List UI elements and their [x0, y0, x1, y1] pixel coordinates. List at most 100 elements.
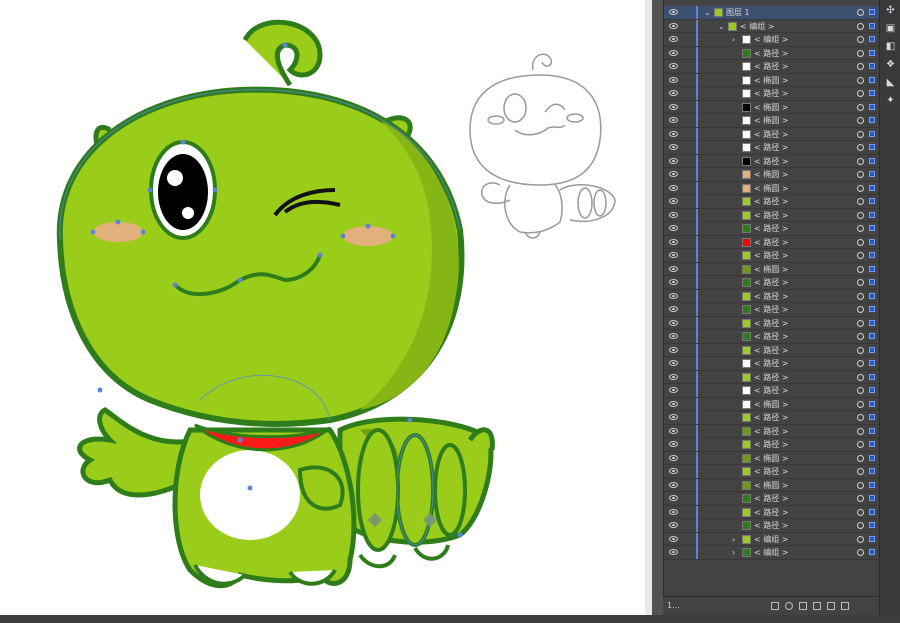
sketch-reference[interactable] — [469, 53, 616, 239]
visibility-eye-icon[interactable] — [669, 211, 678, 218]
visibility-eye-icon[interactable] — [669, 184, 678, 191]
layer-name[interactable]: < 路径 > — [754, 249, 789, 262]
sublayer-row[interactable]: < 路径 > — [664, 330, 880, 344]
sublayer-row[interactable]: < 路径 > — [664, 249, 880, 263]
visibility-eye-icon[interactable] — [669, 22, 678, 29]
visibility-eye-icon[interactable] — [669, 508, 678, 515]
target-circle-icon[interactable] — [857, 49, 864, 57]
chevron-down-icon[interactable]: ⌄ — [704, 6, 711, 19]
layer-name[interactable]: < 路径 > — [754, 303, 789, 316]
sublayer-row[interactable]: < 路径 > — [664, 505, 880, 519]
sublayer-row[interactable]: < 路径 > — [664, 357, 880, 371]
brush-icon[interactable]: ◣ — [884, 76, 897, 89]
target-circle-icon[interactable] — [857, 400, 864, 408]
layer-name[interactable]: < 编组 > — [740, 20, 775, 33]
selection-indicator-icon[interactable] — [869, 522, 875, 528]
target-circle-icon[interactable] — [857, 103, 864, 111]
visibility-eye-icon[interactable] — [669, 144, 678, 150]
visibility-eye-icon[interactable] — [669, 333, 678, 339]
layer-name[interactable]: < 椭圆 > — [754, 74, 789, 87]
sublayer-row[interactable]: < 椭圆 > — [664, 262, 880, 276]
layer-name[interactable]: < 路径 > — [754, 141, 789, 154]
visibility-eye-icon[interactable] — [669, 157, 678, 164]
layer-name[interactable]: < 路径 > — [754, 87, 789, 100]
selection-indicator-icon[interactable] — [869, 76, 875, 83]
target-circle-icon[interactable] — [857, 346, 864, 354]
selection-indicator-icon[interactable] — [869, 387, 875, 393]
selection-indicator-icon[interactable] — [869, 63, 875, 69]
visibility-eye-icon[interactable] — [669, 279, 678, 285]
selection-indicator-icon[interactable] — [869, 319, 875, 326]
sublayer-row[interactable]: < 椭圆 > — [664, 451, 880, 465]
new-layer-icon[interactable] — [827, 602, 835, 610]
layer-name[interactable]: < 路径 > — [754, 222, 789, 235]
visibility-eye-icon[interactable] — [669, 400, 678, 407]
target-circle-icon[interactable] — [857, 279, 864, 286]
target-circle-icon[interactable] — [857, 387, 864, 394]
sublayer-row[interactable]: < 路径 > — [664, 411, 880, 425]
sublayer-row[interactable]: < 路径 > — [664, 154, 880, 168]
layer-name[interactable]: < 椭圆 > — [754, 182, 789, 195]
visibility-eye-icon[interactable] — [669, 468, 678, 474]
visibility-eye-icon[interactable] — [669, 522, 678, 528]
selection-indicator-icon[interactable] — [869, 373, 875, 380]
target-circle-icon[interactable] — [857, 9, 864, 16]
visibility-eye-icon[interactable] — [669, 346, 678, 353]
visibility-eye-icon[interactable] — [669, 49, 678, 56]
target-circle-icon[interactable] — [857, 481, 864, 489]
layer-name[interactable]: < 路径 > — [754, 60, 789, 73]
selection-indicator-icon[interactable] — [869, 9, 875, 15]
sublayer-row[interactable]: < 路径 > — [664, 492, 880, 506]
visibility-eye-icon[interactable] — [669, 360, 678, 366]
target-circle-icon[interactable] — [857, 22, 864, 30]
layer-name[interactable]: < 椭圆 > — [754, 398, 789, 411]
layer-name[interactable]: < 编组 > — [754, 33, 789, 46]
chevron-down-icon[interactable]: ⌄ — [718, 20, 725, 33]
visibility-eye-icon[interactable] — [669, 90, 678, 96]
selection-indicator-icon[interactable] — [869, 292, 875, 299]
layer-name[interactable]: < 路径 > — [754, 411, 789, 424]
selection-indicator-icon[interactable] — [869, 22, 875, 29]
selection-indicator-icon[interactable] — [869, 184, 875, 191]
sublayer-row[interactable]: < 路径 > — [664, 384, 880, 398]
sublayer-row[interactable]: < 路径 > — [664, 208, 880, 222]
layer-row[interactable]: ⌄ 图层 1 — [664, 6, 880, 20]
selection-indicator-icon[interactable] — [869, 265, 875, 272]
visibility-eye-icon[interactable] — [669, 36, 678, 42]
target-circle-icon[interactable] — [857, 522, 864, 529]
selection-indicator-icon[interactable] — [869, 90, 875, 96]
selection-indicator-icon[interactable] — [869, 238, 875, 245]
transform-icon[interactable]: ✣ — [884, 4, 897, 17]
visibility-eye-icon[interactable] — [669, 171, 678, 177]
visibility-eye-icon[interactable] — [669, 414, 678, 420]
selection-indicator-icon[interactable] — [869, 495, 875, 501]
new-sublayer-icon[interactable] — [813, 602, 821, 610]
target-circle-icon[interactable] — [857, 184, 864, 192]
artboard-canvas[interactable] — [0, 0, 652, 615]
selection-indicator-icon[interactable] — [869, 117, 875, 123]
selection-indicator-icon[interactable] — [869, 279, 875, 285]
selection-indicator-icon[interactable] — [869, 130, 875, 137]
sublayer-row[interactable]: < 路径 > — [664, 87, 880, 101]
layer-name[interactable]: < 编组 > — [754, 533, 789, 546]
sublayer-row[interactable]: < 路径 > — [664, 316, 880, 330]
selection-indicator-icon[interactable] — [869, 454, 875, 461]
layer-name[interactable]: 图层 1 — [726, 6, 750, 19]
target-circle-icon[interactable] — [857, 414, 864, 421]
sublayer-row[interactable]: < 路径 > — [664, 424, 880, 438]
visibility-eye-icon[interactable] — [669, 319, 678, 326]
sublayer-row[interactable]: < 路径 > — [664, 303, 880, 317]
visibility-eye-icon[interactable] — [669, 292, 678, 299]
visibility-eye-icon[interactable] — [669, 9, 678, 15]
visibility-eye-icon[interactable] — [669, 549, 678, 555]
sublayer-row[interactable]: < 路径 > — [664, 438, 880, 452]
layer-name[interactable]: < 椭圆 > — [754, 263, 789, 276]
target-circle-icon[interactable] — [857, 441, 864, 448]
target-circle-icon[interactable] — [857, 171, 864, 178]
clipping-mask-icon[interactable] — [799, 602, 807, 610]
visibility-eye-icon[interactable] — [669, 427, 678, 434]
selection-indicator-icon[interactable] — [869, 508, 875, 515]
sublayer-row[interactable]: < 路径 > — [664, 289, 880, 303]
target-circle-icon[interactable] — [857, 252, 864, 259]
target-circle-icon[interactable] — [857, 238, 864, 246]
